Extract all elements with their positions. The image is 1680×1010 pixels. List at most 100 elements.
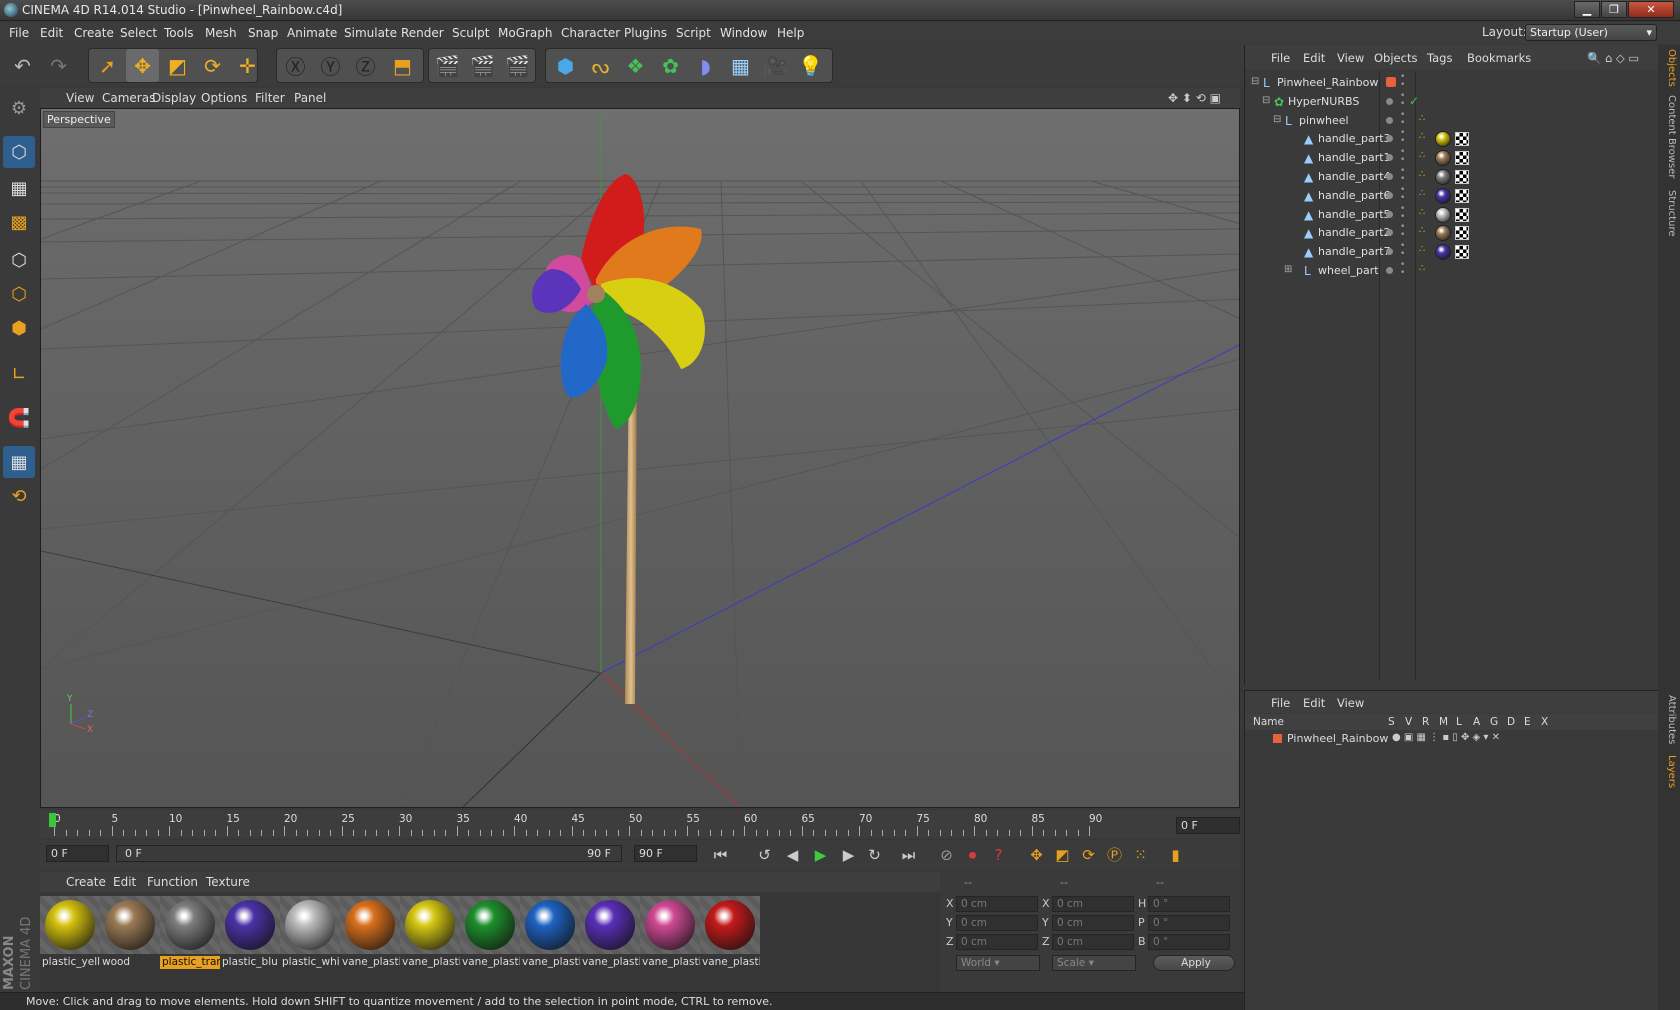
make-editable-button[interactable]: ⚙ bbox=[3, 92, 35, 124]
texture-tag-icon[interactable] bbox=[1455, 207, 1469, 222]
coords-mode-scale[interactable]: Scale ▾ bbox=[1052, 955, 1136, 971]
layer-col-header[interactable]: D bbox=[1507, 716, 1515, 728]
obj-menu-bookmarks[interactable]: Bookmarks bbox=[1467, 51, 1531, 65]
material-swatch[interactable]: vane_plasti bbox=[400, 896, 460, 968]
obj-menu-objects[interactable]: Objects bbox=[1374, 51, 1417, 65]
coords-value-field[interactable]: 0 cm bbox=[1052, 934, 1134, 950]
layer-color-swatch[interactable] bbox=[1273, 734, 1282, 743]
coords-value-field[interactable]: 0 cm bbox=[1052, 896, 1134, 912]
rotate-button[interactable]: ⟳ bbox=[196, 49, 229, 82]
vp-menu-filter[interactable]: Filter bbox=[255, 91, 285, 105]
coordinate-system-button[interactable]: ⬒ bbox=[386, 49, 419, 82]
maximize-button[interactable]: ❐ bbox=[1601, 1, 1627, 18]
polygons-mode-button[interactable]: ⬢ bbox=[3, 312, 35, 344]
material-swatch[interactable]: vane_plasti bbox=[580, 896, 640, 968]
render-settings-button[interactable]: 🎬 bbox=[501, 49, 534, 82]
texture-tag-icon[interactable] bbox=[1455, 226, 1469, 241]
texture-tag-icon[interactable] bbox=[1455, 151, 1469, 166]
visibility-dot[interactable] bbox=[1386, 191, 1393, 199]
obj-menu-file[interactable]: File bbox=[1271, 51, 1290, 65]
autokey-button[interactable]: ⏺ bbox=[960, 842, 985, 867]
visibility-dot[interactable] bbox=[1386, 135, 1393, 143]
coords-mode-world[interactable]: World ▾ bbox=[956, 955, 1040, 971]
goto-end-button[interactable]: ⏭ bbox=[896, 842, 921, 867]
next-frame-button[interactable]: ▶ bbox=[836, 842, 861, 867]
menu-window[interactable]: Window bbox=[720, 26, 767, 40]
layout-select[interactable]: Startup (User) ▾ bbox=[1525, 24, 1657, 41]
scale-button[interactable]: ◩ bbox=[161, 49, 194, 82]
model-mode-button[interactable]: ⬡ bbox=[3, 136, 35, 168]
play-button[interactable]: ▶ bbox=[808, 842, 833, 867]
phong-tag-icon[interactable]: ∴ bbox=[1419, 169, 1425, 180]
render-visibility-dots[interactable]: • • bbox=[1400, 91, 1405, 108]
timeline-ruler[interactable]: 0 5 10 15 20 25 30 35 40 45 50 55 60 65 70 75 80 85 90 bbox=[40, 810, 1240, 838]
object-row[interactable]: ⊟ Lpinwheel • • ∴ bbox=[1245, 110, 1659, 131]
tab-content-browser[interactable]: Content Browser bbox=[1661, 95, 1677, 185]
material-swatch[interactable]: vane_plasti bbox=[460, 896, 520, 968]
layer-col-header[interactable]: L bbox=[1456, 716, 1462, 728]
apply-button[interactable]: Apply bbox=[1153, 955, 1235, 971]
key-rotation-button[interactable]: ⟳ bbox=[1076, 842, 1101, 867]
render-visibility-dots[interactable]: • • bbox=[1400, 110, 1405, 127]
array-button[interactable]: ✿ bbox=[654, 49, 687, 82]
object-row[interactable]: ▲ handle_part6 • • ∴ bbox=[1245, 185, 1659, 206]
visibility-dot[interactable] bbox=[1386, 116, 1393, 124]
y-axis-button[interactable]: Ⓨ bbox=[314, 49, 347, 82]
goto-start-button[interactable]: ⏮ bbox=[708, 842, 733, 867]
render-visibility-dots[interactable]: • • bbox=[1400, 129, 1405, 146]
material-swatch[interactable]: plastic_trar bbox=[160, 896, 220, 969]
obj-menu-edit[interactable]: Edit bbox=[1303, 51, 1325, 65]
menu-edit[interactable]: Edit bbox=[40, 26, 63, 40]
render-view-button[interactable]: 🎬 bbox=[431, 49, 464, 82]
texture-tag-icon[interactable] bbox=[1455, 170, 1469, 184]
menu-mograph[interactable]: MoGraph bbox=[498, 26, 553, 40]
undo-button[interactable]: ↶ bbox=[6, 49, 39, 82]
object-row[interactable]: ▲ handle_part7 • • ∴ bbox=[1245, 242, 1659, 262]
render-visibility-dots[interactable]: • • bbox=[1400, 73, 1405, 90]
minimize-button[interactable]: ▁ bbox=[1574, 1, 1600, 18]
recent-tool-button[interactable]: ✛ bbox=[231, 49, 264, 82]
tab-layers[interactable]: Layers bbox=[1661, 755, 1677, 795]
layer-col-header[interactable]: M bbox=[1439, 716, 1448, 728]
render-picture-viewer-button[interactable]: 🎬 bbox=[466, 49, 499, 82]
floor-button[interactable]: ▦ bbox=[724, 49, 757, 82]
record-button[interactable]: ⊘ bbox=[934, 842, 959, 867]
coords-value-field[interactable]: 0 cm bbox=[956, 934, 1038, 950]
layer-col-header[interactable]: X bbox=[1541, 716, 1548, 728]
visibility-dot[interactable] bbox=[1386, 154, 1393, 162]
planar-workplane-button[interactable]: ⟲ bbox=[3, 480, 35, 512]
coords-value-field[interactable]: 0 cm bbox=[956, 896, 1038, 912]
layer-menu-edit[interactable]: Edit bbox=[1303, 696, 1325, 710]
object-row[interactable]: ▲ handle_part5 • • ∴ bbox=[1245, 204, 1659, 225]
layer-col-header[interactable]: S bbox=[1388, 716, 1395, 728]
layer-col-header[interactable]: G bbox=[1490, 716, 1498, 728]
render-visibility-dots[interactable]: • • bbox=[1400, 185, 1405, 202]
layer-menu-view[interactable]: View bbox=[1337, 696, 1364, 710]
coords-value-field[interactable]: 0 ° bbox=[1148, 915, 1230, 931]
texture-mode-button[interactable]: ▦ bbox=[3, 172, 35, 204]
menu-plugins[interactable]: Plugins bbox=[624, 26, 667, 40]
material-swatch[interactable]: plastic_blu bbox=[220, 896, 280, 968]
material-swatch[interactable]: plastic_yell bbox=[40, 896, 100, 968]
visibility-dot[interactable] bbox=[1386, 77, 1396, 87]
material-swatch[interactable]: vane_plasti bbox=[520, 896, 580, 968]
menu-simulate[interactable]: Simulate bbox=[344, 26, 397, 40]
visibility-dot[interactable] bbox=[1386, 229, 1393, 237]
visibility-dot[interactable] bbox=[1386, 97, 1393, 105]
perspective-viewport[interactable]: Y Z X Perspective bbox=[40, 108, 1240, 808]
enabled-check-icon[interactable]: ✓ bbox=[1409, 94, 1419, 108]
material-tag-icon[interactable] bbox=[1435, 244, 1451, 261]
phong-tag-icon[interactable]: ∴ bbox=[1419, 207, 1425, 218]
mat-menu-function[interactable]: Function bbox=[147, 875, 198, 889]
prev-frame-button[interactable]: ◀ bbox=[780, 842, 805, 867]
mat-menu-edit[interactable]: Edit bbox=[113, 875, 136, 889]
material-tag-icon[interactable] bbox=[1435, 206, 1451, 223]
material-tag-icon[interactable] bbox=[1435, 169, 1451, 185]
render-visibility-dots[interactable]: • • bbox=[1400, 167, 1405, 184]
menu-script[interactable]: Script bbox=[676, 26, 711, 40]
render-visibility-dots[interactable]: • • bbox=[1400, 204, 1405, 221]
expand-toggle-icon[interactable]: ⊟ bbox=[1273, 114, 1281, 125]
phong-tag-icon[interactable]: ∴ bbox=[1419, 244, 1425, 255]
material-swatch[interactable]: wood bbox=[100, 896, 160, 968]
expand-toggle-icon[interactable]: ⊞ bbox=[1284, 264, 1292, 275]
